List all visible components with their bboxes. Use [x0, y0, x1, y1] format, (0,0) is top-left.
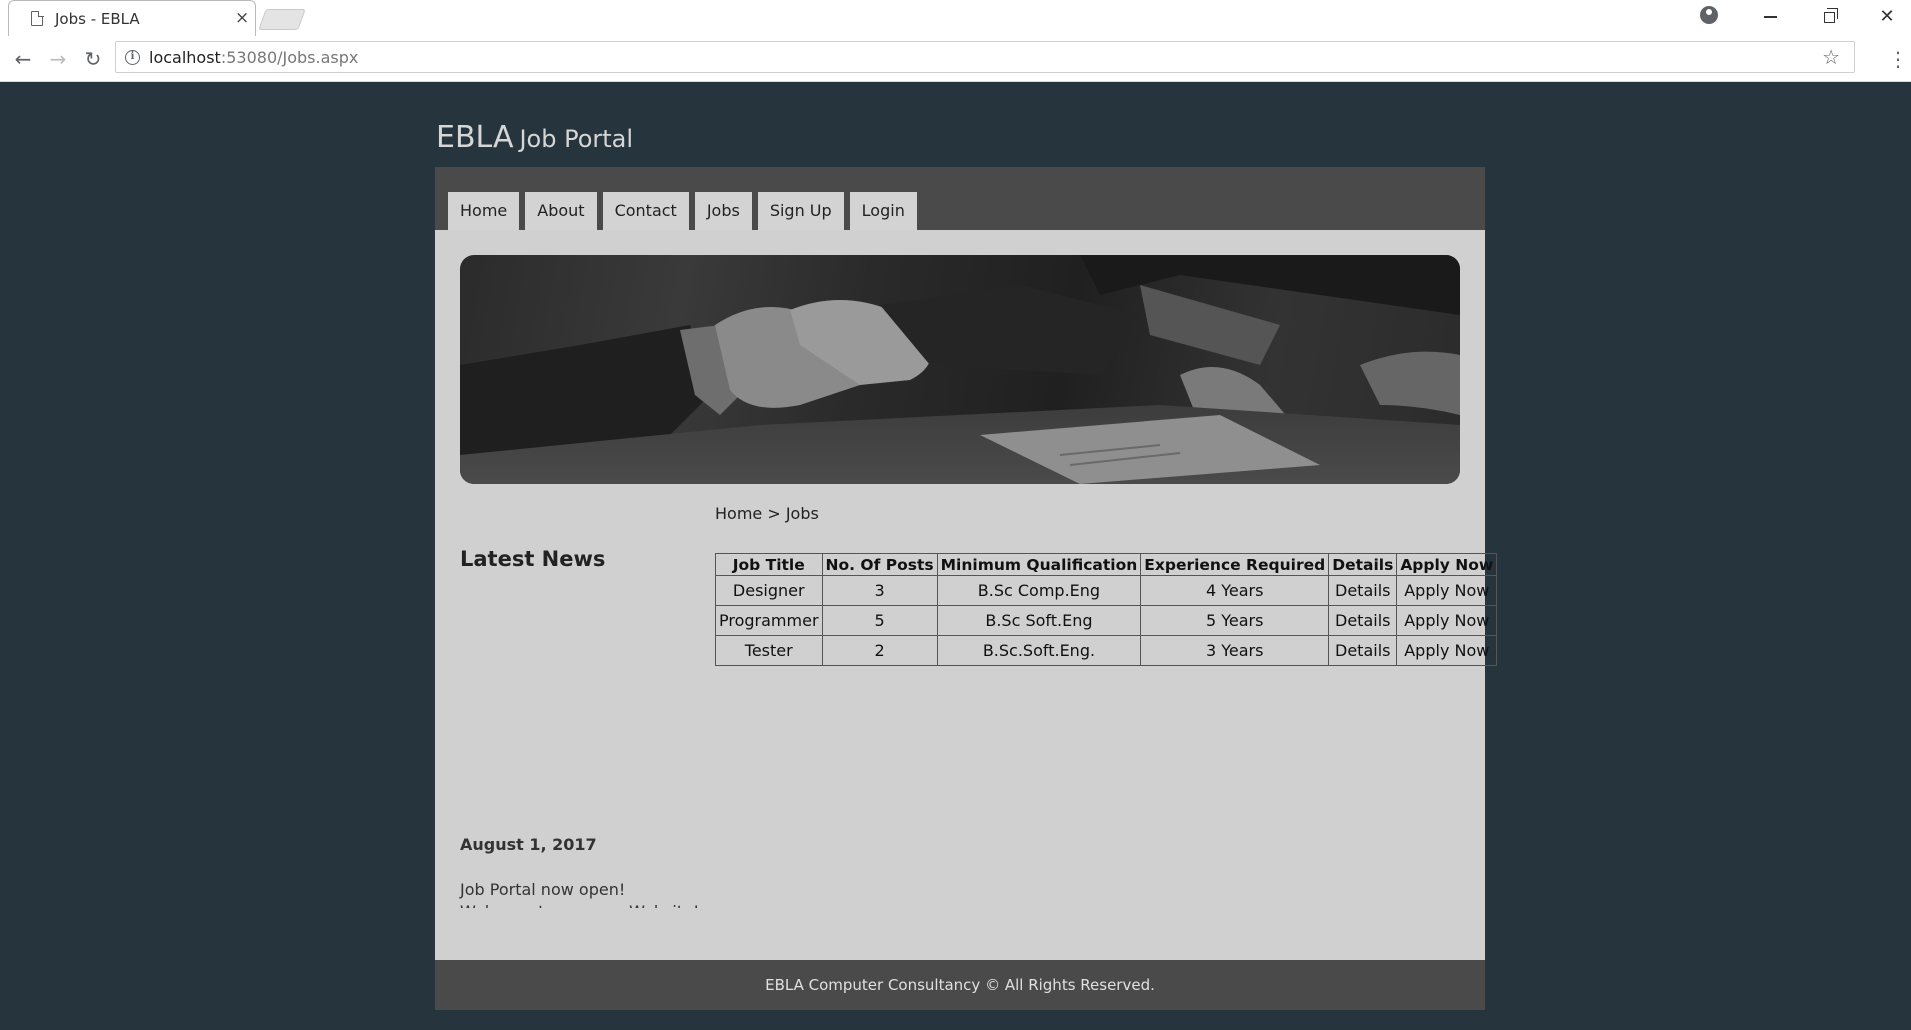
cell-qualification: B.Sc Comp.Eng — [936, 575, 1142, 606]
header-job-title: Job Title — [715, 553, 823, 576]
back-arrow-icon[interactable]: ← — [10, 46, 36, 72]
forward-arrow-icon[interactable]: → — [45, 46, 71, 72]
close-icon[interactable]: × — [235, 8, 249, 28]
cell-job-title: Designer — [715, 575, 823, 606]
cell-job-title: Tester — [715, 635, 823, 666]
nav-jobs[interactable]: Jobs — [694, 192, 752, 230]
browser-toolbar: ← → ↻ i localhost:53080/Jobs.aspx ☆ ⋮ — [0, 36, 1911, 82]
reload-icon[interactable]: ↻ — [80, 46, 106, 72]
site-header: EBLA Job Portal — [436, 120, 633, 155]
document-icon — [31, 11, 43, 26]
apply-now-link[interactable]: Apply Now — [1396, 635, 1498, 666]
nav-about[interactable]: About — [525, 192, 597, 230]
handshake-illustration — [460, 255, 1460, 484]
cell-qualification: B.Sc.Soft.Eng. — [936, 635, 1142, 666]
breadcrumb: Home > Jobs — [715, 504, 819, 523]
cell-experience: 3 Years — [1140, 635, 1330, 666]
new-tab-button[interactable] — [258, 9, 306, 30]
header-apply-now: Apply Now — [1396, 553, 1498, 576]
news-item-text-clipped: Welcome to our new Website! — [460, 902, 710, 908]
apply-now-link[interactable]: Apply Now — [1396, 575, 1498, 606]
browser-tab[interactable]: Jobs - EBLA × — [8, 0, 256, 36]
nav-contact[interactable]: Contact — [602, 192, 689, 230]
jobs-table: Job Title No. Of Posts Minimum Qualifica… — [715, 553, 1498, 666]
latest-news-heading: Latest News — [460, 547, 606, 571]
details-link[interactable]: Details — [1328, 635, 1398, 666]
minimize-icon — [1764, 16, 1777, 18]
address-bar[interactable]: i localhost:53080/Jobs.aspx ☆ — [115, 41, 1855, 73]
browser-titlebar: Jobs - EBLA × ✕ — [0, 0, 1911, 36]
news-date: August 1, 2017 — [460, 835, 597, 854]
nav-login[interactable]: Login — [849, 192, 917, 230]
site-brand: EBLA — [436, 120, 514, 155]
nav-home[interactable]: Home — [448, 192, 520, 230]
cell-posts: 5 — [821, 605, 938, 636]
news-item-text: Job Portal now open! — [460, 880, 626, 899]
table-row: Tester 2 B.Sc.Soft.Eng. 3 Years Details … — [715, 635, 1498, 666]
cell-experience: 5 Years — [1140, 605, 1330, 636]
restore-icon — [1824, 8, 1838, 23]
cell-job-title: Programmer — [715, 605, 823, 636]
bookmark-star-icon[interactable]: ☆ — [1822, 45, 1840, 69]
header-no-of-posts: No. Of Posts — [821, 553, 938, 576]
apply-now-link[interactable]: Apply Now — [1396, 605, 1498, 636]
cell-posts: 2 — [821, 635, 938, 666]
details-link[interactable]: Details — [1328, 605, 1398, 636]
table-row: Programmer 5 B.Sc Soft.Eng 5 Years Detai… — [715, 605, 1498, 636]
user-account-icon[interactable] — [1700, 6, 1718, 24]
table-row: Designer 3 B.Sc Comp.Eng 4 Years Details… — [715, 575, 1498, 606]
browser-menu-icon[interactable]: ⋮ — [1888, 46, 1908, 72]
cell-qualification: B.Sc Soft.Eng — [936, 605, 1142, 636]
site-subtitle: Job Portal — [519, 125, 634, 153]
restore-button[interactable] — [1815, 4, 1845, 30]
cell-experience: 4 Years — [1140, 575, 1330, 606]
window-close-button[interactable]: ✕ — [1872, 4, 1902, 30]
nav-sign-up[interactable]: Sign Up — [757, 192, 844, 230]
site-footer: EBLA Computer Consultancy © All Rights R… — [435, 960, 1485, 1010]
banner-image — [460, 255, 1460, 484]
tab-title: Jobs - EBLA — [55, 10, 140, 28]
main-navbar: Home About Contact Jobs Sign Up Login — [435, 167, 1485, 230]
header-experience-required: Experience Required — [1140, 553, 1330, 576]
url-path: :53080/Jobs.aspx — [220, 48, 359, 67]
details-link[interactable]: Details — [1328, 575, 1398, 606]
header-details: Details — [1328, 553, 1398, 576]
table-header-row: Job Title No. Of Posts Minimum Qualifica… — [715, 553, 1498, 576]
cell-posts: 3 — [821, 575, 938, 606]
url-host: localhost — [149, 48, 221, 67]
minimize-button[interactable] — [1756, 4, 1786, 30]
page-container: Home About Contact Jobs Sign Up Login Ho… — [435, 167, 1498, 1010]
url-text[interactable]: localhost:53080/Jobs.aspx — [149, 48, 358, 67]
info-icon[interactable]: i — [125, 50, 140, 65]
main-menu: Home About Contact Jobs Sign Up Login — [448, 192, 917, 230]
header-minimum-qualification: Minimum Qualification — [936, 553, 1142, 576]
